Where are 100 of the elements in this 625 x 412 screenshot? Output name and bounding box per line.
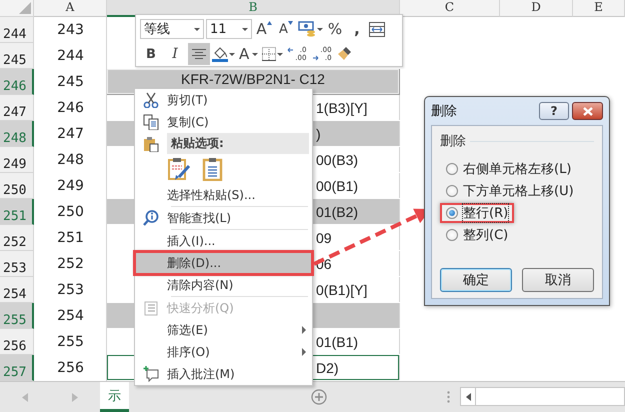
radio-label[interactable]: 下方单元格上移(U)	[463, 182, 574, 200]
caret-icon[interactable]	[229, 52, 235, 56]
table-cell-text: 255	[56, 333, 85, 352]
align-center-button[interactable]	[188, 43, 210, 65]
menu-section-header: 粘贴选项:	[167, 133, 309, 154]
row-number[interactable]: 250	[0, 173, 34, 199]
row-number[interactable]: 244	[0, 17, 34, 43]
table-cell-text: 256	[56, 359, 85, 378]
row-number[interactable]: 248	[0, 121, 34, 147]
row-number[interactable]: 257	[0, 355, 34, 381]
table-cell-text: 250	[56, 203, 85, 222]
money-icon[interactable]	[298, 21, 316, 37]
arrow-icon	[312, 55, 320, 61]
column-header[interactable]: C	[400, 0, 500, 17]
scroll-left-icon[interactable]	[466, 392, 470, 400]
paintbrush-icon[interactable]	[336, 46, 352, 62]
row-number[interactable]: 246	[0, 69, 34, 95]
row-number[interactable]: 255	[0, 303, 34, 329]
increase-font-button[interactable]: A	[254, 18, 274, 40]
column-header[interactable]: A	[34, 0, 107, 17]
add-sheet-icon[interactable]	[311, 389, 327, 405]
decrease-font-button[interactable]: A	[276, 18, 296, 40]
table-cell-text: 254	[56, 307, 85, 326]
radio-label[interactable]: 整列(C)	[463, 226, 508, 244]
row-number[interactable]: 249	[0, 147, 34, 173]
borders-icon[interactable]	[262, 47, 276, 61]
bold-button[interactable]: B	[140, 43, 162, 65]
wrap-columns-icon[interactable]	[369, 22, 385, 36]
clipboard-icon[interactable]	[201, 157, 225, 181]
row-number[interactable]: 251	[0, 199, 34, 225]
table-cell-text: 248	[56, 151, 85, 170]
fill-bucket-icon[interactable]	[212, 46, 228, 62]
font-size-field[interactable]: 11	[206, 19, 252, 39]
table-cell-text: 247	[56, 125, 85, 144]
italic-button[interactable]: I	[164, 43, 186, 65]
caret-icon	[252, 52, 258, 56]
font-name-field[interactable]: 等线	[140, 19, 204, 39]
caret-up-icon	[266, 21, 272, 25]
help-button[interactable]: ?	[539, 102, 569, 120]
comma-button[interactable]: ,	[347, 18, 367, 40]
radio-button[interactable]	[446, 185, 458, 197]
row-number[interactable]: 247	[0, 95, 34, 121]
copy-icon	[143, 114, 159, 130]
row-number[interactable]: 245	[0, 43, 34, 69]
table-cell: )	[313, 121, 400, 146]
radio-button[interactable]	[446, 229, 458, 241]
menu-item: 快速分析(Q)	[135, 297, 312, 319]
clipboard-icon	[143, 136, 159, 152]
font-name: 等线	[144, 21, 170, 38]
group-label: 删除	[440, 133, 466, 150]
column-header[interactable]: E	[573, 0, 625, 17]
menu-item[interactable]: 筛选(E)	[135, 319, 312, 341]
table-cell-text: 251	[56, 229, 85, 248]
radio-label[interactable]: 右侧单元格左移(L)	[463, 160, 572, 178]
percent-button[interactable]: %	[325, 18, 345, 40]
menu-item[interactable]: 复制(C)	[135, 111, 312, 133]
dialog-button[interactable]: 取消	[522, 268, 594, 292]
font-color-button[interactable]: A	[237, 43, 260, 65]
dialog-title: 删除	[431, 103, 458, 120]
menu-item[interactable]: 选择性粘贴(S)...	[135, 184, 312, 206]
radio-button[interactable]	[446, 207, 458, 219]
arrow-icon	[287, 47, 294, 53]
comment-add-icon	[143, 366, 159, 382]
scissors-icon	[143, 92, 159, 108]
caret-icon	[194, 28, 200, 30]
table-cell-text: 253	[56, 281, 85, 300]
table-cell-text: 249	[56, 177, 85, 196]
menu-item[interactable]: 删除(D)...	[135, 252, 312, 274]
horizontal-scrollbar[interactable]	[460, 387, 625, 406]
menu-item[interactable]: 插入(I)...	[135, 230, 312, 252]
caret-icon	[242, 28, 248, 30]
triangle-icon	[19, 2, 31, 14]
close-icon	[582, 106, 592, 116]
close-button[interactable]	[572, 102, 603, 120]
table-cell-text: 246	[56, 99, 85, 118]
table-cell-text: 252	[56, 255, 85, 274]
font-size: 11	[210, 22, 227, 36]
caret-icon[interactable]	[317, 28, 323, 30]
table-icon	[143, 300, 159, 316]
table-cell-text: 244	[56, 47, 85, 66]
menu-item[interactable]: 排序(O)	[135, 341, 312, 363]
clipboard-brush-icon[interactable]	[167, 157, 191, 181]
column-header[interactable]: D	[500, 0, 573, 17]
table-cell-text: 243	[56, 21, 85, 40]
align-center-icon	[192, 48, 206, 60]
menu-item[interactable]: 清除内容(N)	[135, 274, 312, 296]
sheet-tab[interactable]: 示	[100, 382, 129, 412]
search-info-icon	[143, 210, 159, 226]
row-number[interactable]: 252	[0, 225, 34, 251]
row-number[interactable]: 254	[0, 277, 34, 303]
caret-down-icon	[288, 21, 293, 25]
radio-button[interactable]	[446, 163, 458, 175]
caret-icon[interactable]	[277, 52, 284, 56]
row-number[interactable]: 253	[0, 251, 34, 277]
menu-item[interactable]: 智能查找(L)	[135, 207, 312, 229]
row-number[interactable]: 256	[0, 329, 34, 355]
menu-item[interactable]: 插入批注(M)	[135, 363, 312, 385]
table-cell-text: 245	[56, 73, 85, 92]
dialog-button[interactable]: 确定	[440, 268, 512, 292]
radio-label[interactable]: 整行(R)	[463, 204, 508, 222]
